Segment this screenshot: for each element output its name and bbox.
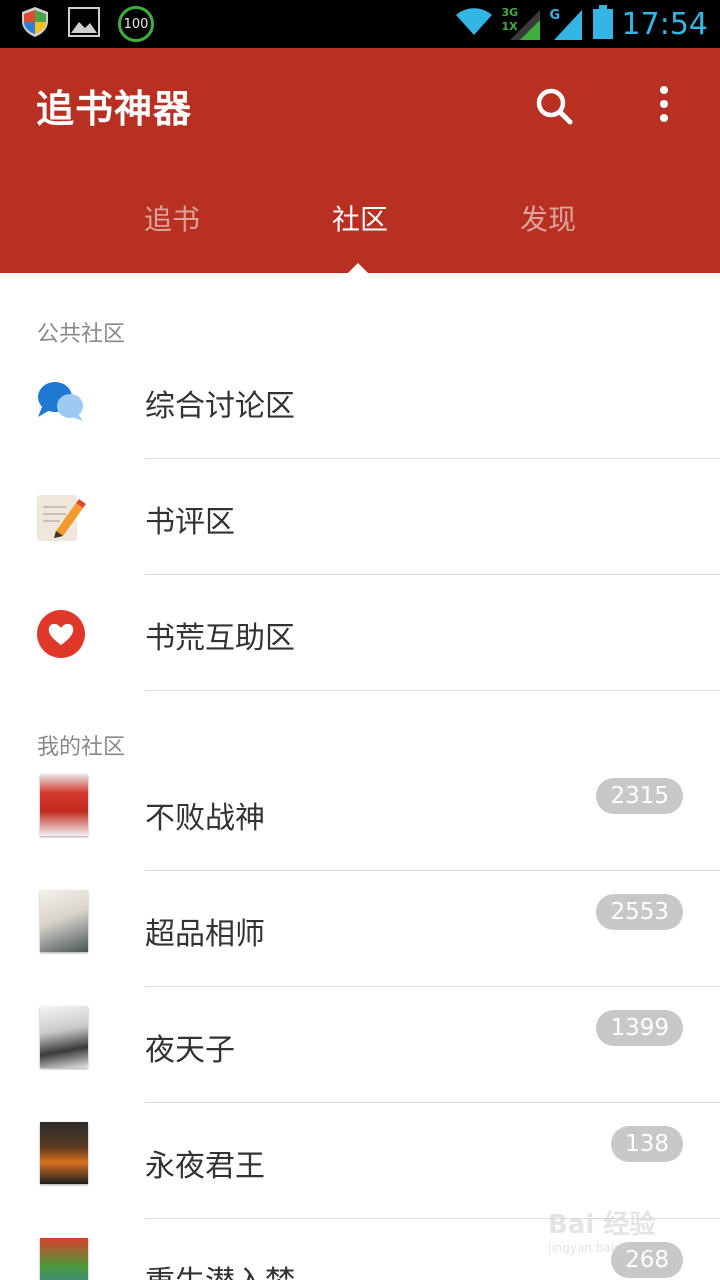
list-item-general-discussion[interactable]: 综合讨论区 — [0, 343, 720, 459]
list-item-label: 不败战神 — [145, 801, 265, 836]
post-count-badge: 138 — [611, 1126, 683, 1162]
wifi-icon — [454, 7, 494, 41]
tab-discover[interactable]: 发现 — [488, 198, 608, 238]
active-tab-indicator — [347, 263, 369, 274]
battery-icon — [592, 5, 614, 43]
tab-follow-books[interactable]: 追书 — [112, 198, 232, 238]
image-icon — [68, 7, 100, 41]
book-cover-image — [40, 1238, 88, 1280]
signal-3g-icon: 3G 1X — [502, 6, 542, 42]
post-count-badge: 2553 — [596, 894, 683, 930]
search-icon — [536, 88, 573, 125]
book-cover-image — [40, 890, 88, 952]
note-pencil-icon — [36, 493, 86, 543]
search-button[interactable] — [530, 82, 578, 130]
chat-bubbles-icon — [36, 377, 86, 427]
list-item-book-community[interactable]: 超品相师 2553 — [0, 871, 720, 987]
list-item-book-community[interactable]: 夜天子 1399 — [0, 987, 720, 1103]
row-divider — [145, 690, 720, 691]
more-vert-icon — [660, 86, 668, 122]
book-cover-image — [40, 1122, 88, 1184]
heart-icon — [36, 609, 86, 659]
list-item-label: 书评区 — [145, 505, 235, 540]
book-cover-image — [40, 774, 88, 836]
list-item-book-community[interactable]: 永夜君王 138 — [0, 1103, 720, 1219]
post-count-badge: 1399 — [596, 1010, 683, 1046]
status-bar-left: 100 — [20, 6, 154, 42]
battery-level-badge: 100 — [118, 6, 154, 42]
watermark-main: Bai 经验 — [548, 1210, 656, 1240]
app-title: 追书神器 — [36, 87, 193, 131]
list-item-book-help[interactable]: 书荒互助区 — [0, 575, 720, 691]
overflow-menu-button[interactable] — [640, 82, 688, 130]
list-item-label: 永夜君王 — [145, 1149, 265, 1184]
list-item-label: 超品相师 — [145, 917, 265, 952]
signal-g-icon: G — [550, 6, 584, 42]
watermark-sub: jingyan.baidu.com — [548, 1241, 659, 1255]
list-item-book-community[interactable]: 不败战神 2315 — [0, 755, 720, 871]
book-cover-image — [40, 1006, 88, 1068]
app-bar: 追书神器 追书 社区 发现 — [0, 48, 720, 274]
list-item-label: 重生潜入梦 — [145, 1257, 295, 1280]
status-bar: 100 3G 1X G 17:54 — [0, 0, 720, 48]
status-bar-right: 3G 1X G 17:54 — [454, 2, 708, 46]
list-item-label: 综合讨论区 — [145, 389, 295, 424]
list-item-label: 夜天子 — [145, 1033, 235, 1068]
list-item-book-review[interactable]: 书评区 — [0, 459, 720, 575]
watermark: Bai 经验 jingyan.baidu.com — [548, 1204, 688, 1264]
list-item-label: 书荒互助区 — [145, 621, 295, 656]
status-time: 17:54 — [621, 6, 708, 42]
shield-icon — [20, 6, 50, 42]
tab-community[interactable]: 社区 — [300, 198, 420, 238]
post-count-badge: 2315 — [596, 778, 683, 814]
tab-bar: 追书 社区 发现 — [0, 188, 720, 248]
